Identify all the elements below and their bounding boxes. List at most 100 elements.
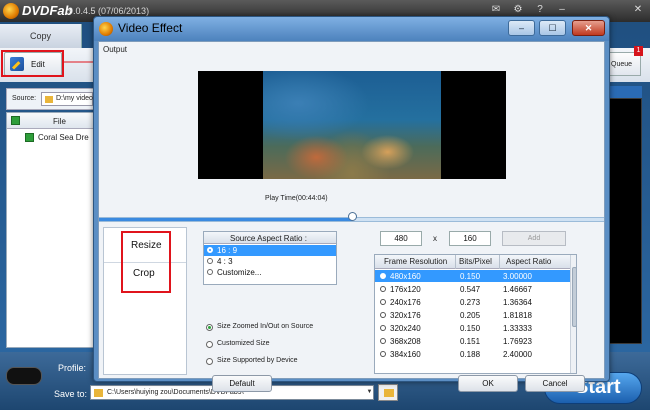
bits-per-pixel-cell: 0.273: [460, 298, 481, 307]
column-header-bits: Bits/Pixel: [459, 257, 492, 266]
source-label: Source:: [12, 95, 37, 102]
aspect-option-label: Customize...: [217, 268, 262, 277]
source-field[interactable]: D:\my video: [41, 92, 93, 106]
radio-button[interactable]: [380, 351, 386, 357]
size-mode-label: Customized Size: [217, 340, 270, 347]
table-row[interactable]: 176x120 0.547 1.46667: [375, 283, 570, 295]
aspect-ratio-cell: 3.00000: [503, 272, 532, 281]
column-separator: [499, 255, 500, 269]
close-icon[interactable]: ✕: [572, 20, 605, 36]
file-list: File Coral Sea Dre: [6, 112, 96, 348]
select-all-checkbox[interactable]: [11, 116, 20, 125]
table-scrollbar[interactable]: [570, 255, 576, 373]
aspect-option[interactable]: 4 : 3: [204, 256, 336, 267]
preview-panel: [608, 98, 642, 344]
ok-button[interactable]: OK: [458, 375, 518, 392]
dialog-titlebar[interactable]: Video Effect – ☐ ✕: [94, 17, 609, 41]
size-mode-label: Size Zoomed In/Out on Source: [217, 323, 314, 330]
radio-button[interactable]: [380, 299, 386, 305]
output-label: Output: [103, 45, 128, 54]
default-button[interactable]: Default: [212, 375, 272, 392]
cancel-button[interactable]: Cancel: [525, 375, 585, 392]
resolution-cell: 384x160: [390, 350, 421, 359]
scrollbar-thumb[interactable]: [572, 267, 576, 327]
radio-button[interactable]: [206, 341, 213, 348]
folder-icon: [384, 389, 394, 397]
minimize-icon[interactable]: –: [508, 20, 535, 36]
radio-button[interactable]: [380, 273, 386, 279]
resolution-table-header: Frame Resolution Bits/Pixel Aspect Ratio: [375, 255, 570, 269]
file-row-title[interactable]: Coral Sea Dre: [38, 133, 89, 142]
tab-copy[interactable]: Copy: [0, 24, 82, 48]
tab-copy-label: Copy: [30, 31, 52, 41]
radio-button[interactable]: [380, 338, 386, 344]
video-preview: [198, 71, 506, 179]
file-row-checkbox[interactable]: [25, 133, 34, 142]
aspect-ratio-header-label: Source Aspect Ratio :: [230, 234, 307, 243]
queue-count-badge: 1: [634, 46, 643, 56]
column-header-resolution: Frame Resolution: [384, 257, 448, 266]
mail-icon[interactable]: ✉: [490, 4, 502, 16]
radio-button[interactable]: [380, 312, 386, 318]
source-aspect-ratio-list: Source Aspect Ratio : 16 : 9 4 : 3 Customi…: [203, 231, 337, 285]
radio-button[interactable]: [207, 247, 213, 253]
folder-icon: [94, 389, 103, 397]
aspect-option[interactable]: Customize...: [204, 267, 336, 278]
size-mode-label: Size Supported by Device: [217, 357, 298, 364]
resolution-cell: 480x160: [390, 272, 421, 281]
table-row[interactable]: 240x176 0.273 1.36364: [375, 296, 570, 308]
add-button[interactable]: Add: [502, 231, 566, 246]
aspect-option-label: 4 : 3: [217, 257, 233, 266]
radio-button[interactable]: [207, 269, 213, 275]
seek-bar-fill: [99, 218, 352, 221]
radio-button[interactable]: [207, 258, 213, 264]
table-row[interactable]: 480x160 0.150 3.00000: [375, 270, 570, 282]
aspect-option[interactable]: 16 : 9: [204, 245, 336, 256]
bits-per-pixel-cell: 0.150: [460, 324, 481, 333]
browse-folder-button[interactable]: [378, 384, 398, 401]
radio-button[interactable]: [380, 286, 386, 292]
source-path: D:\my video: [56, 95, 93, 102]
edit-annotation-box: [1, 50, 64, 77]
queue-label: Queue: [611, 61, 633, 68]
saveto-label: Save to:: [54, 389, 88, 399]
file-column-header: File: [53, 117, 66, 126]
width-input[interactable]: 480: [380, 231, 422, 246]
frame-resolution-table: Frame Resolution Bits/Pixel Aspect Ratio…: [374, 254, 577, 374]
minimize-icon[interactable]: –: [556, 4, 568, 16]
radio-button[interactable]: [206, 324, 213, 331]
aspect-ratio-cell: 1.36364: [503, 298, 532, 307]
resolution-cell: 176x120: [390, 285, 421, 294]
column-separator: [455, 255, 456, 269]
maximize-icon[interactable]: ☐: [539, 20, 566, 36]
bits-per-pixel-cell: 0.151: [460, 337, 481, 346]
dialog-title: Video Effect: [118, 21, 183, 35]
resolution-cell: 368x208: [390, 337, 421, 346]
profile-label: Profile:: [58, 363, 87, 373]
radio-button[interactable]: [380, 325, 386, 331]
table-row[interactable]: 320x240 0.150 1.33333: [375, 322, 570, 334]
column-header-aspect: Aspect Ratio: [506, 257, 552, 266]
psp-device-icon[interactable]: [6, 367, 42, 385]
aspect-option-label: 16 : 9: [217, 246, 238, 255]
resolution-cell: 240x176: [390, 298, 421, 307]
file-list-header: File: [7, 113, 95, 129]
table-row[interactable]: 384x160 0.188 2.40000: [375, 348, 570, 360]
app-name: DVDFab: [22, 3, 73, 18]
bits-per-pixel-cell: 0.188: [460, 350, 481, 359]
play-time: Play Time(00:44:04): [265, 195, 328, 202]
height-input[interactable]: 160: [449, 231, 491, 246]
help-icon[interactable]: ?: [534, 4, 546, 16]
gear-icon[interactable]: ⚙: [512, 4, 524, 16]
radio-button[interactable]: [206, 358, 213, 365]
video-frame-image: [263, 71, 441, 179]
close-icon[interactable]: ✕: [632, 4, 644, 16]
resolution-cell: 320x176: [390, 311, 421, 320]
effect-tabs: Resize Crop: [103, 227, 187, 375]
bits-per-pixel-cell: 0.547: [460, 285, 481, 294]
chevron-down-icon[interactable]: ▼: [365, 386, 374, 399]
table-row[interactable]: 320x176 0.205 1.81818: [375, 309, 570, 321]
folder-icon: [45, 96, 53, 103]
seek-thumb[interactable]: [347, 212, 357, 221]
table-row[interactable]: 368x208 0.151 1.76923: [375, 335, 570, 347]
